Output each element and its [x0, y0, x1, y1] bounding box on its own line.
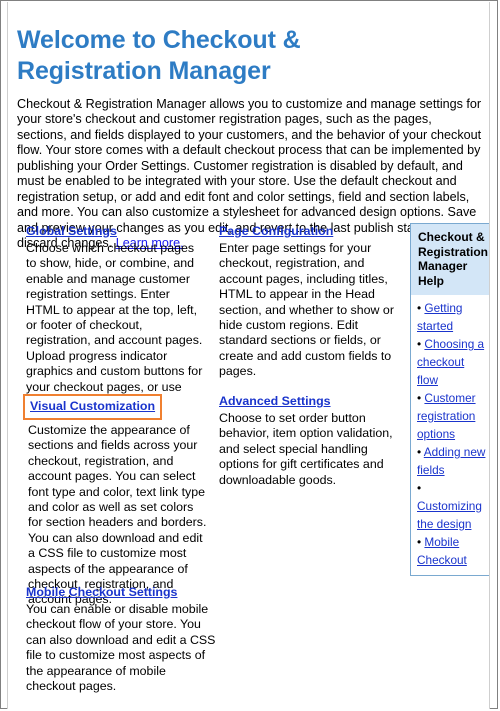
- section-link-mobile-checkout-settings[interactable]: Mobile Checkout Settings: [26, 585, 177, 600]
- bullet-icon: •: [417, 337, 422, 351]
- section-advanced-settings: Advanced Settings Choose to set order bu…: [219, 394, 399, 488]
- help-link-item: • Choosing a checkout flow: [417, 335, 487, 389]
- content-pane: Welcome to Checkout & Registration Manag…: [7, 2, 490, 709]
- section-body-advanced-settings: Choose to set order button behavior, ite…: [219, 411, 393, 487]
- section-body-mobile-checkout-settings: You can enable or disable mobile checkou…: [26, 602, 216, 694]
- section-link-visual-customization[interactable]: Visual Customization: [23, 394, 163, 420]
- page-title: Welcome to Checkout & Registration Manag…: [17, 25, 301, 85]
- section-link-global-settings[interactable]: Global Settings: [26, 224, 117, 239]
- page-content: Welcome to Checkout & Registration Manag…: [8, 2, 489, 709]
- help-link-item: • Customer registration options: [417, 389, 487, 443]
- help-link-item: • Customizing the design: [417, 479, 487, 533]
- help-panel-link-list: • Getting started • Choosing a checkout …: [411, 295, 489, 575]
- bullet-icon: •: [417, 535, 422, 549]
- help-link-adding-new-fields[interactable]: Adding new fields: [417, 445, 485, 477]
- bullet-icon: •: [417, 445, 422, 459]
- section-link-advanced-settings[interactable]: Advanced Settings: [219, 394, 331, 409]
- help-link-item: • Getting started: [417, 299, 487, 335]
- section-visual-customization: Visual Customization Customize the appea…: [23, 394, 208, 608]
- bullet-icon: •: [417, 391, 422, 405]
- help-link-mobile-checkout[interactable]: Mobile Checkout: [417, 535, 467, 567]
- help-link-item: • Adding new fields: [417, 443, 487, 479]
- section-mobile-checkout-settings: Mobile Checkout Settings You can enable …: [26, 585, 216, 694]
- help-link-item: • Mobile Checkout: [417, 533, 487, 569]
- section-global-settings: Global Settings Choose which checkout pa…: [26, 224, 204, 410]
- help-link-choosing-a-checkout-flow[interactable]: Choosing a checkout flow: [417, 337, 484, 387]
- help-link-customizing-the-design[interactable]: Customizing the design: [417, 499, 482, 531]
- help-panel-title: Checkout & Registration Manager Help: [411, 224, 489, 295]
- section-body-visual-customization: Customize the appearance of sections and…: [28, 423, 207, 607]
- help-link-customer-registration-options[interactable]: Customer registration options: [417, 391, 476, 441]
- section-page-configuration: Page Configuration Enter page settings f…: [219, 224, 399, 380]
- section-body-page-configuration: Enter page settings for your checkout, r…: [219, 241, 394, 379]
- application-window: Welcome to Checkout & Registration Manag…: [0, 0, 498, 709]
- bullet-icon: •: [417, 301, 422, 315]
- bullet-icon: •: [417, 481, 422, 495]
- help-panel: Checkout & Registration Manager Help • G…: [410, 223, 489, 576]
- section-body-global-settings: Choose which checkout pages to show, hid…: [26, 241, 203, 409]
- help-link-getting-started[interactable]: Getting started: [417, 301, 462, 333]
- section-link-page-configuration[interactable]: Page Configuration: [219, 224, 333, 239]
